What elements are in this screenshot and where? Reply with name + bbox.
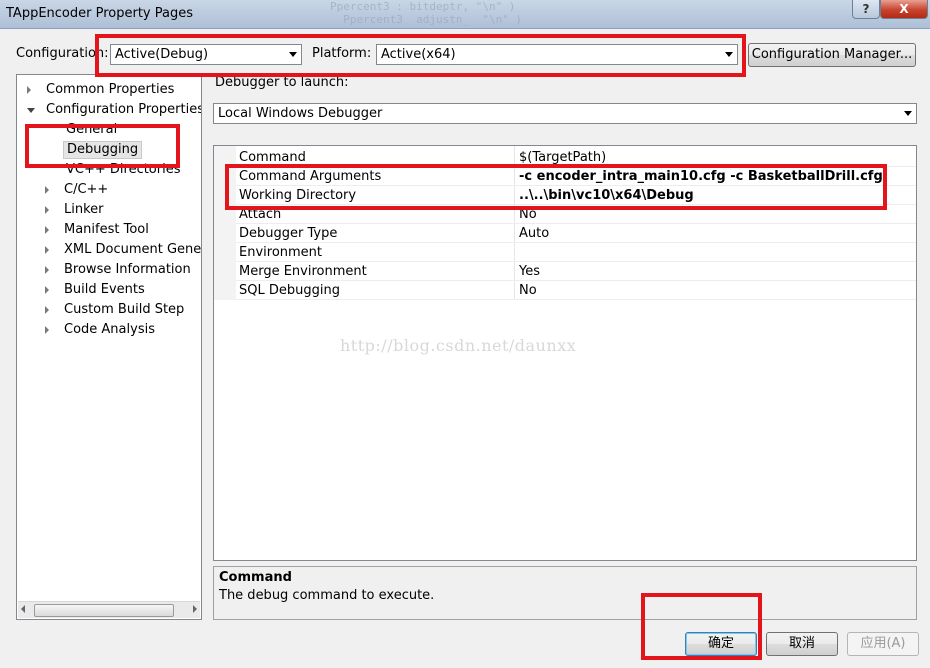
property-row[interactable]: Command $(TargetPath) — [214, 148, 916, 167]
tree-horizontal-scrollbar[interactable] — [18, 601, 200, 618]
property-value[interactable]: Yes — [519, 262, 909, 281]
tree-item-label: Debugging — [63, 141, 143, 159]
watermark-text: http://blog.csdn.net/daunxx — [340, 336, 577, 355]
collapsed-arrow-icon[interactable] — [27, 86, 31, 94]
tree-item-label: C/C++ — [64, 182, 109, 197]
background-code-text: Ppercent3 : bitdeptr, "\n" ) Ppercent3 a… — [330, 0, 523, 26]
description-title: Command — [219, 570, 292, 585]
property-grid[interactable]: Command $(TargetPath) Command Arguments -c … — [213, 145, 917, 561]
property-row[interactable]: Working Directory ..\..\bin\vc10\x64\Debu… — [214, 186, 916, 205]
expanded-arrow-icon[interactable] — [27, 108, 35, 113]
tree-item-label: Custom Build Step — [64, 302, 185, 317]
collapsed-arrow-icon[interactable] — [45, 186, 49, 194]
tree-item-label: XML Document Generat — [64, 242, 202, 257]
scroll-right-icon[interactable] — [193, 605, 197, 613]
property-row[interactable]: Attach No — [214, 205, 916, 224]
property-name: Merge Environment — [239, 264, 367, 279]
collapsed-arrow-icon[interactable] — [45, 326, 49, 334]
configuration-label: Configuration: — [16, 46, 109, 61]
property-name: Command Arguments — [239, 169, 382, 184]
property-name: Command — [239, 150, 306, 165]
collapsed-arrow-icon[interactable] — [45, 246, 49, 254]
configuration-value: Active(Debug) — [115, 47, 209, 62]
property-row[interactable]: Command Arguments -c encoder_intra_main10… — [214, 167, 916, 186]
property-value[interactable]: Auto — [519, 224, 909, 243]
property-name: SQL Debugging — [239, 283, 340, 298]
property-row[interactable]: SQL Debugging No — [214, 281, 916, 300]
configuration-manager-button[interactable]: Configuration Manager... — [748, 43, 916, 67]
property-row[interactable]: Debugger Type Auto — [214, 224, 916, 243]
collapsed-arrow-icon[interactable] — [45, 286, 49, 294]
apply-button[interactable]: 应用(A) — [847, 632, 919, 656]
close-button[interactable]: X — [880, 0, 928, 19]
help-button[interactable]: ? — [852, 0, 880, 19]
tree-item-label: Common Properties — [46, 82, 175, 97]
collapsed-arrow-icon[interactable] — [45, 306, 49, 314]
property-pages-window: Ppercent3 : bitdeptr, "\n" ) Ppercent3 a… — [0, 0, 930, 668]
tree-item-label: Browse Information — [64, 262, 191, 277]
tree-item-label: Code Analysis — [64, 322, 155, 337]
platform-value: Active(x64) — [381, 47, 456, 62]
configuration-select[interactable]: Active(Debug) — [110, 44, 302, 65]
property-tree[interactable]: Common Properties Configuration Propertie… — [16, 74, 202, 620]
description-text: The debug command to execute. — [219, 588, 435, 603]
collapsed-arrow-icon[interactable] — [45, 206, 49, 214]
scrollbar-thumb[interactable] — [34, 604, 174, 617]
debugger-select[interactable]: Local Windows Debugger — [213, 103, 917, 124]
chevron-down-icon — [289, 52, 297, 57]
debugger-value: Local Windows Debugger — [218, 106, 383, 121]
tree-item-label: Configuration Properties — [46, 102, 202, 117]
collapsed-arrow-icon[interactable] — [45, 266, 49, 274]
cancel-button[interactable]: 取消 — [766, 632, 838, 656]
chevron-down-icon — [904, 111, 912, 116]
scroll-left-icon[interactable] — [21, 605, 25, 613]
tree-item-label: Build Events — [64, 282, 145, 297]
property-value[interactable]: ..\..\bin\vc10\x64\Debug — [519, 186, 909, 205]
property-name: Debugger Type — [239, 226, 338, 241]
platform-select[interactable]: Active(x64) — [376, 44, 738, 65]
description-panel: Command The debug command to execute. — [213, 566, 917, 620]
property-row[interactable]: Environment — [214, 243, 916, 262]
property-value[interactable]: $(TargetPath) — [519, 148, 909, 167]
tree-item-label: General — [66, 122, 118, 137]
property-value[interactable] — [519, 243, 909, 262]
tree-item-label: Manifest Tool — [64, 222, 149, 237]
tree-item-label: Linker — [64, 202, 104, 217]
property-row[interactable]: Merge Environment Yes — [214, 262, 916, 281]
chevron-down-icon — [725, 52, 733, 57]
property-name: Environment — [239, 245, 323, 260]
ok-button[interactable]: 确定 — [685, 632, 757, 656]
property-value[interactable]: No — [519, 205, 909, 224]
tree-item-label: VC++ Directories — [66, 162, 181, 177]
window-title: TAppEncoder Property Pages — [6, 6, 193, 21]
property-value[interactable]: No — [519, 281, 909, 300]
property-name: Attach — [239, 207, 282, 222]
title-bar[interactable]: Ppercent3 : bitdeptr, "\n" ) Ppercent3 a… — [0, 0, 930, 29]
debugger-launch-label: Debugger to launch: — [215, 75, 349, 90]
collapsed-arrow-icon[interactable] — [45, 226, 49, 234]
platform-label: Platform: — [312, 46, 372, 61]
property-value[interactable]: -c encoder_intra_main10.cfg -c Basketbal… — [519, 167, 909, 186]
property-name: Working Directory — [239, 188, 357, 203]
